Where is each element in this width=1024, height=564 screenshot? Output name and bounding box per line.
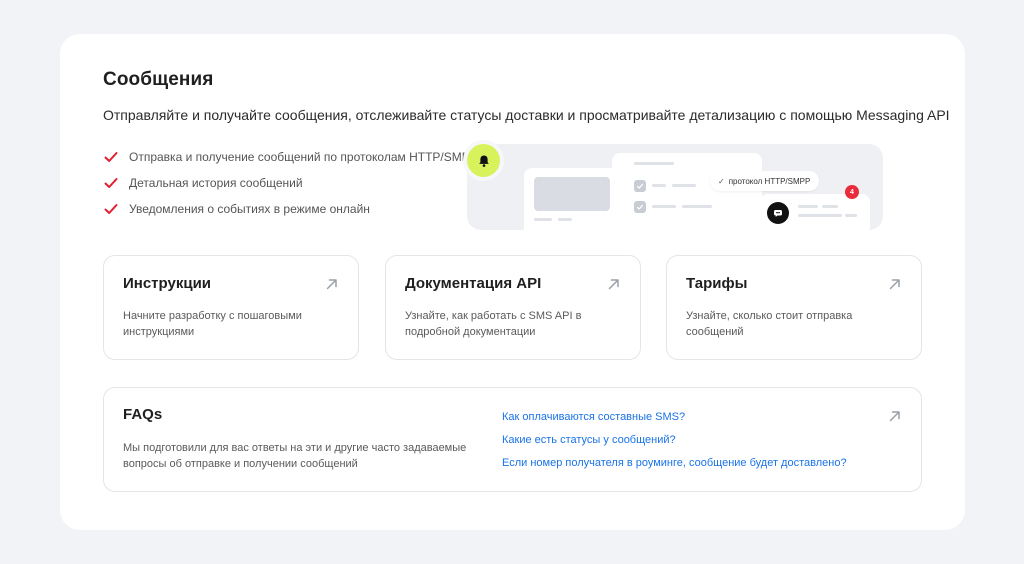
card-description: Узнайте, как работать с SMS API в подроб… — [405, 310, 582, 338]
faq-card: FAQs Мы подготовили для вас ответы на эт… — [103, 387, 922, 492]
feature-item: Уведомления о событиях в режиме онлайн — [103, 196, 478, 222]
feature-label: Уведомления о событиях в режиме онлайн — [129, 202, 370, 216]
messaging-panel: Сообщения Отправляйте и получайте сообще… — [60, 34, 965, 530]
checkbox-icon — [634, 201, 646, 213]
card-pricing[interactable]: Тарифы Узнайте, сколько стоит отправка с… — [666, 255, 922, 360]
illustration-line — [652, 184, 666, 187]
illustration-window — [524, 168, 618, 230]
feature-label: Детальная история сообщений — [129, 176, 303, 190]
illustration-line — [798, 205, 818, 208]
illustration-line — [798, 214, 842, 217]
tick-icon: ✓ — [718, 176, 725, 186]
arrow-up-right-icon — [608, 279, 619, 290]
card-title: Инструкции — [123, 275, 212, 292]
card-title: Тарифы — [686, 275, 748, 292]
notification-badge: 4 — [845, 185, 859, 199]
feature-label: Отправка и получение сообщений по проток… — [129, 150, 478, 164]
faq-links: Как оплачиваются составные SMS? Какие ес… — [502, 411, 847, 480]
illustration-line — [652, 205, 676, 208]
checkbox-icon — [634, 180, 646, 192]
illustration-line — [845, 214, 857, 217]
feature-list: Отправка и получение сообщений по проток… — [103, 144, 478, 222]
chat-icon — [767, 202, 789, 224]
faq-link-item: Если номер получателя в роуминге, сообще… — [502, 457, 847, 480]
illustration-line — [822, 205, 838, 208]
illustration-line — [534, 218, 552, 221]
check-icon — [104, 152, 118, 162]
illustration-line — [634, 162, 674, 165]
feature-item: Отправка и получение сообщений по проток… — [103, 144, 478, 170]
protocol-label: протокол HTTP/SMPP — [728, 176, 811, 186]
arrow-up-right-icon — [326, 279, 337, 290]
faq-description: Мы подготовили для вас ответы на эти и д… — [123, 442, 467, 470]
illustration-block — [534, 177, 610, 211]
faq-link-item: Какие есть статусы у сообщений? — [502, 434, 847, 457]
illustration-line — [682, 205, 712, 208]
faq-link[interactable]: Какие есть статусы у сообщений? — [502, 434, 676, 446]
illustration-line — [558, 218, 572, 221]
arrow-up-right-icon[interactable] — [887, 408, 903, 424]
card-instructions[interactable]: Инструкции Начните разработку с пошаговы… — [103, 255, 359, 360]
page-subtitle: Отправляйте и получайте сообщения, отсле… — [103, 107, 950, 123]
bell-icon — [467, 144, 500, 177]
illustration-window — [612, 153, 762, 230]
faq-link[interactable]: Как оплачиваются составные SMS? — [502, 411, 685, 423]
card-api-docs[interactable]: Документация API Узнайте, как работать с… — [385, 255, 641, 360]
faq-title: FAQs — [123, 406, 163, 423]
card-description: Узнайте, сколько стоит отправка сообщени… — [686, 310, 853, 338]
card-title: Документация API — [405, 275, 542, 292]
check-icon — [104, 178, 118, 188]
arrow-up-right-icon — [889, 279, 900, 290]
messaging-illustration: ✓ протокол HTTP/SMPP 4 — [467, 144, 883, 230]
illustration-line — [672, 184, 696, 187]
feature-item: Детальная история сообщений — [103, 170, 478, 196]
card-description: Начните разработку с пошаговыми инструкц… — [123, 310, 302, 338]
protocol-pill: ✓ протокол HTTP/SMPP — [710, 171, 820, 191]
faq-link-item: Как оплачиваются составные SMS? — [502, 411, 847, 434]
page-title: Сообщения — [103, 69, 214, 90]
check-icon — [104, 204, 118, 214]
faq-link[interactable]: Если номер получателя в роуминге, сообще… — [502, 457, 847, 469]
